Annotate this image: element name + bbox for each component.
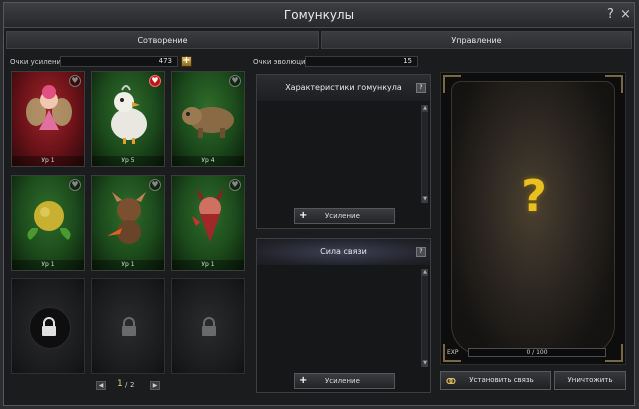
locked-slot[interactable]: [171, 278, 245, 374]
link-icon: [446, 377, 456, 385]
add-boost-button[interactable]: +: [181, 56, 192, 67]
exp-value: 0 / 100: [526, 349, 548, 356]
boost-button-label: Усиление: [325, 377, 360, 385]
favorite-icon[interactable]: ♥: [229, 75, 241, 87]
bond-help-button[interactable]: ?: [416, 247, 426, 257]
homunculus-card[interactable]: ♥ Ур 1: [91, 175, 165, 271]
homunculus-jar-frame: ?: [440, 72, 626, 365]
homunculus-grid: ♥ Ур 1 ♥ Ур 5 ♥ Ур 4 ♥ Ур 1 ♥ Ур 1 ♥ Ур …: [11, 71, 246, 377]
tab-bar: Сотворение Управление: [6, 31, 632, 49]
scroll-down-icon[interactable]: ▼: [422, 360, 428, 367]
frame-corner: [605, 344, 623, 362]
plus-icon: +: [299, 210, 308, 221]
level-label: Ур 1: [121, 261, 135, 268]
exp-bar: 0 / 100: [468, 348, 606, 357]
page-separator: /: [125, 381, 128, 389]
title-bar: Гомункулы ? ×: [4, 3, 634, 28]
characteristics-panel: Характеристики гомункула ? ▲ ▼ + Усилени…: [256, 74, 431, 229]
favorite-icon[interactable]: ♥: [149, 179, 161, 191]
boost-points-label: Очки усиления: [10, 58, 66, 66]
level-label: Ур 5: [121, 157, 135, 164]
favorite-icon[interactable]: ♥: [229, 179, 241, 191]
level-label: Ур 4: [201, 157, 215, 164]
characteristics-scrollbar[interactable]: ▲ ▼: [421, 105, 428, 203]
prev-page-button[interactable]: ◀: [96, 381, 106, 390]
level-label: Ур 1: [41, 157, 55, 164]
bond-scrollbar[interactable]: ▲ ▼: [421, 269, 428, 367]
evolution-points-label: Очки эволюции: [253, 58, 311, 66]
level-label: Ур 1: [201, 261, 215, 268]
homunculus-card[interactable]: ♥ Ур 1: [171, 175, 245, 271]
characteristics-boost-button[interactable]: + Усиление: [294, 208, 395, 224]
bond-title: Сила связи: [257, 239, 430, 265]
homunculus-card[interactable]: ♥ Ур 1: [11, 175, 85, 271]
boost-button-label: Усиление: [325, 212, 360, 220]
page-total: 2: [130, 381, 135, 389]
help-button[interactable]: ?: [607, 7, 614, 22]
page-current: 1: [117, 379, 123, 389]
homunculus-card[interactable]: ♥ Ур 5: [91, 71, 165, 167]
establish-bond-label: Установить связь: [469, 376, 534, 384]
evolution-points-value: 15: [305, 56, 418, 67]
next-page-button[interactable]: ▶: [150, 381, 160, 390]
lock-icon: [202, 317, 216, 336]
tab-management[interactable]: Управление: [321, 31, 632, 49]
mystery-question-icon: ?: [521, 171, 547, 222]
favorite-icon[interactable]: ♥: [69, 75, 81, 87]
lock-icon: [122, 317, 136, 336]
destroy-button[interactable]: Уничтожить: [554, 371, 626, 390]
tab-creation[interactable]: Сотворение: [6, 31, 319, 49]
characteristics-title: Характеристики гомункула: [257, 75, 430, 101]
locked-slot[interactable]: [91, 278, 165, 374]
level-label: Ур 1: [41, 261, 55, 268]
scroll-up-icon[interactable]: ▲: [422, 105, 428, 112]
homunculus-card[interactable]: ♥ Ур 1: [11, 71, 85, 167]
bond-boost-button[interactable]: + Усиление: [294, 373, 395, 389]
plus-icon: +: [299, 375, 308, 386]
establish-bond-button[interactable]: Установить связь: [440, 371, 551, 390]
favorite-icon[interactable]: ♥: [149, 75, 161, 87]
lock-icon: [42, 317, 56, 336]
locked-slot[interactable]: [11, 278, 85, 374]
characteristics-help-button[interactable]: ?: [416, 83, 426, 93]
window-title: Гомункулы: [283, 8, 355, 22]
scroll-down-icon[interactable]: ▼: [422, 196, 428, 203]
bond-panel: Сила связи ? ▲ ▼ + Усиление: [256, 238, 431, 393]
boost-points-value: 473: [60, 56, 178, 67]
homunculus-card[interactable]: ♥ Ур 4: [171, 71, 245, 167]
scroll-up-icon[interactable]: ▲: [422, 269, 428, 276]
exp-label: EXP: [447, 349, 459, 356]
close-button[interactable]: ×: [620, 7, 631, 22]
pager: ◀ 1 / 2 ▶: [11, 379, 246, 393]
favorite-icon[interactable]: ♥: [69, 179, 81, 191]
